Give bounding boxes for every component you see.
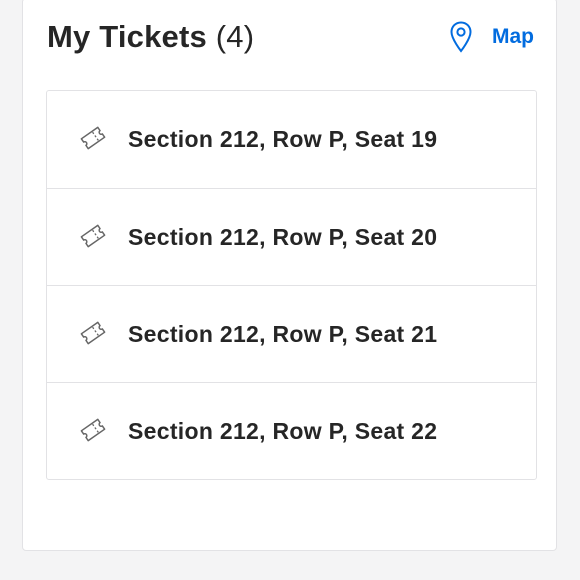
ticket-row[interactable]: Section 212, Row P, Seat 19 <box>47 91 536 188</box>
page-title: My Tickets (4) <box>47 19 254 55</box>
ticket-label: Section 212, Row P, Seat 22 <box>128 417 438 444</box>
my-tickets-card: My Tickets (4) Map Section 212, Row P, S… <box>22 0 557 551</box>
map-link[interactable]: Map <box>450 21 534 53</box>
ticket-icon <box>78 415 108 450</box>
ticket-list: Section 212, Row P, Seat 19 Section 212,… <box>46 90 537 480</box>
title-text: My Tickets <box>47 19 207 54</box>
ticket-icon <box>78 123 108 158</box>
ticket-icon <box>78 318 108 353</box>
map-label: Map <box>492 25 534 48</box>
ticket-row[interactable]: Section 212, Row P, Seat 21 <box>47 285 536 382</box>
ticket-row[interactable]: Section 212, Row P, Seat 20 <box>47 188 536 285</box>
location-pin-icon <box>450 21 472 53</box>
ticket-label: Section 212, Row P, Seat 21 <box>128 320 438 347</box>
ticket-row[interactable]: Section 212, Row P, Seat 22 <box>47 382 536 479</box>
ticket-label: Section 212, Row P, Seat 19 <box>128 126 438 152</box>
ticket-label: Section 212, Row P, Seat 20 <box>128 223 438 250</box>
ticket-count: (4) <box>215 19 255 54</box>
ticket-icon <box>78 221 108 256</box>
tickets-header: My Tickets (4) Map <box>47 17 534 57</box>
